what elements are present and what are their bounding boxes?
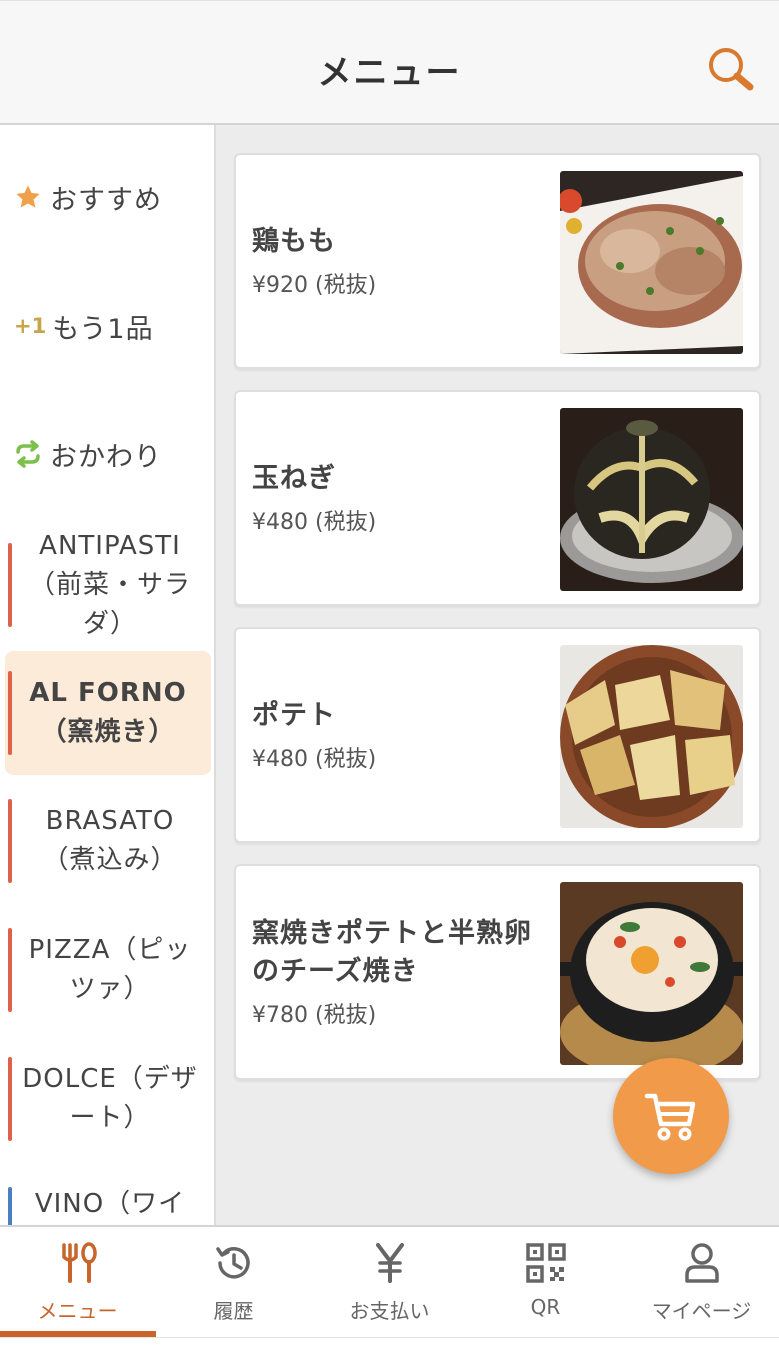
menu-item-name: 鶏もも [252, 226, 336, 257]
category-color-bar [8, 543, 12, 627]
nav-tab-mypage[interactable]: マイページ [624, 1227, 779, 1337]
sidebar-item-label: DOLCE（デザート） [22, 1064, 198, 1133]
menu-item-price: ¥920 (税抜) [252, 273, 377, 298]
sidebar-item-label: おかわり [50, 441, 162, 473]
cutlery-icon [61, 1242, 97, 1283]
menu-item-price: ¥780 (税抜) [252, 1003, 377, 1028]
category-color-bar [8, 799, 12, 883]
category-color-bar [8, 1187, 12, 1225]
menu-item-price: ¥480 (税抜) [252, 747, 377, 772]
cart-button[interactable] [613, 1058, 729, 1174]
menu-item-photo [560, 408, 743, 591]
sidebar-item-refill[interactable]: おかわり [0, 424, 214, 484]
sidebar-item-al-forno[interactable]: AL FORNO（窯焼き） [5, 651, 211, 775]
bottom-navigation: メニュー 履歴 お支払い QR マイページ [0, 1225, 779, 1345]
menu-item-name: ポテト [252, 700, 336, 731]
search-icon[interactable] [706, 45, 754, 93]
nav-tab-label: QR [530, 1295, 561, 1319]
category-color-bar [8, 671, 12, 755]
sidebar-item-label: VINO（ワイ [34, 1189, 186, 1219]
menu-item-photo [560, 645, 743, 828]
sidebar-item-label: ANTIPASTI（前菜・サラダ） [28, 530, 191, 639]
nav-tab-label: お支払い [349, 1299, 430, 1323]
category-color-bar [8, 1057, 12, 1141]
qr-icon [525, 1243, 566, 1283]
sidebar-item-label: PIZZA（ピッツァ） [28, 935, 192, 1004]
history-icon [215, 1247, 250, 1279]
page-title: メニュー [317, 53, 462, 93]
sidebar-item-label: AL FORNO（窯焼き） [29, 678, 187, 747]
nav-tab-qr[interactable]: QR [468, 1227, 623, 1337]
sidebar-item-label: もう1品 [52, 313, 154, 345]
home-indicator-area [0, 1337, 779, 1345]
menu-item-card[interactable]: 玉ねぎ ¥480 (税抜) [234, 390, 761, 606]
sidebar-item-antipasti[interactable]: ANTIPASTI（前菜・サラダ） [0, 527, 214, 643]
nav-tab-label: マイページ [651, 1299, 752, 1323]
search-button[interactable] [706, 45, 754, 93]
menu-item-card[interactable]: 鶏もも ¥920 (税抜) [234, 153, 761, 369]
category-color-bar [8, 928, 12, 1012]
yen-icon [375, 1243, 404, 1283]
menu-item-name: 窯焼きポテトと半熟卵のチーズ焼き [252, 918, 532, 987]
cart-icon[interactable] [643, 1088, 699, 1144]
sidebar-item-recommended[interactable]: おすすめ [0, 167, 214, 227]
menu-item-card[interactable]: ポテト ¥480 (税抜) [234, 627, 761, 843]
app-header: メニュー [0, 0, 779, 125]
nav-tab-label: メニュー [37, 1299, 118, 1323]
nav-tab-payment[interactable]: お支払い [312, 1227, 467, 1337]
plus-one-icon: +1 [14, 314, 47, 338]
sidebar-item-label: BRASATO（煮込み） [42, 806, 178, 875]
sidebar-item-pizza[interactable]: PIZZA（ピッツァ） [0, 924, 214, 1016]
menu-item-price: ¥480 (税抜) [252, 510, 377, 535]
menu-item-photo [560, 171, 743, 354]
sidebar-item-dolce[interactable]: DOLCE（デザート） [0, 1053, 214, 1145]
sidebar-item-one-more[interactable]: +1 もう1品 [0, 296, 214, 356]
nav-tab-label: 履歴 [213, 1299, 254, 1323]
menu-item-list: 鶏もも ¥920 (税抜) 玉ねぎ ¥480 (税抜) ポテト ¥480 (税抜… [216, 125, 779, 1225]
sidebar-item-label: おすすめ [50, 184, 162, 216]
nav-tab-history[interactable]: 履歴 [156, 1227, 311, 1337]
menu-item-name: 玉ねぎ [252, 463, 336, 494]
person-icon [684, 1243, 719, 1283]
category-sidebar: おすすめ +1 もう1品 おかわり ANTIPASTI（前菜・サラダ） AL F… [0, 125, 216, 1225]
sidebar-item-brasato[interactable]: BRASATO（煮込み） [0, 795, 214, 887]
menu-item-card[interactable]: 窯焼きポテトと半熟卵のチーズ焼き ¥780 (税抜) [234, 864, 761, 1080]
star-icon [16, 185, 40, 208]
nav-tab-menu[interactable]: メニュー [0, 1227, 155, 1337]
sidebar-item-vino[interactable]: VINO（ワイ [0, 1183, 214, 1225]
menu-item-photo [560, 882, 743, 1065]
refresh-icon [16, 440, 40, 468]
